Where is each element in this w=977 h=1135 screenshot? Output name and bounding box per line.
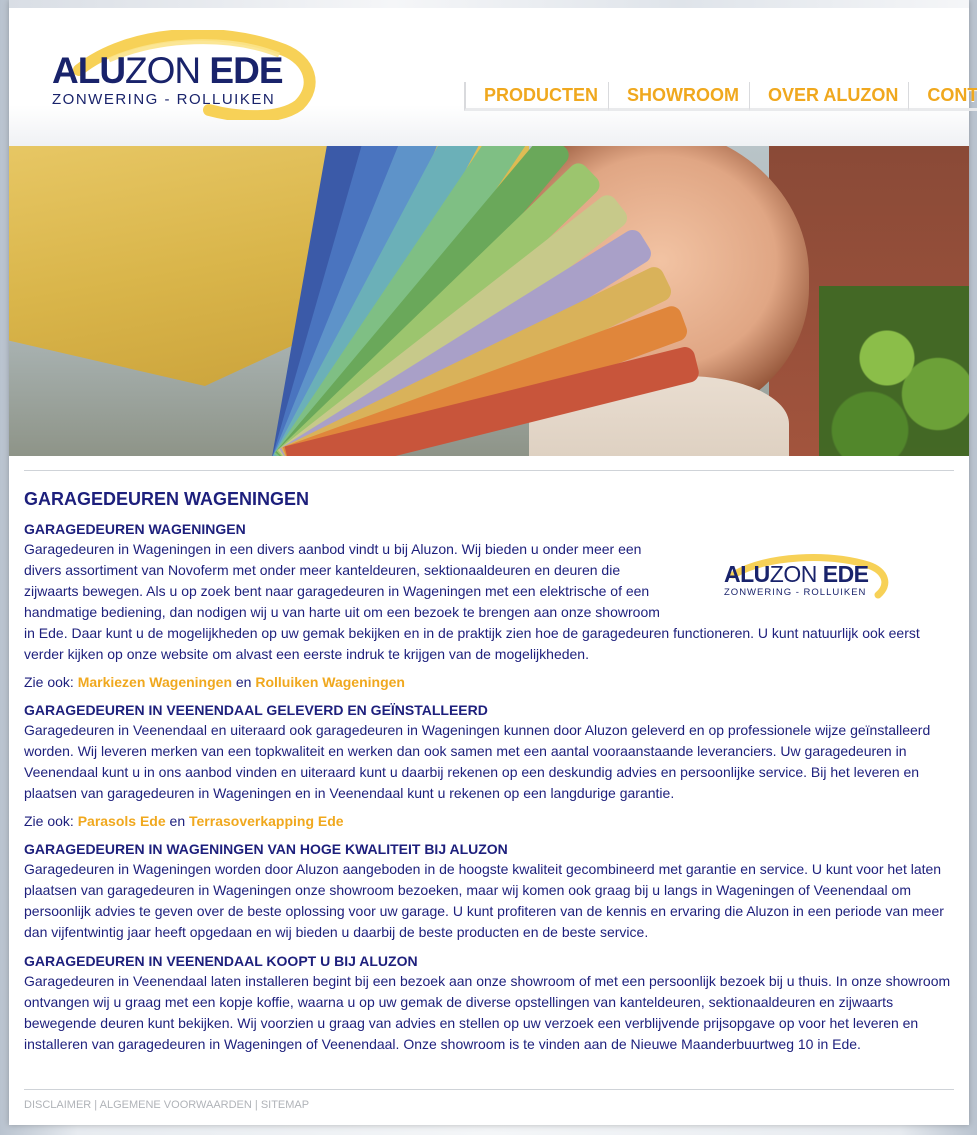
nav-contact[interactable]: CONTACT xyxy=(908,82,977,111)
section-body: Garagedeuren in Veenendaal laten install… xyxy=(24,973,951,1052)
page-title: GARAGEDEUREN WAGENINGEN xyxy=(24,489,310,509)
section-heading: GARAGEDEUREN IN VEENENDAAL KOOPT U BIJ A… xyxy=(24,953,418,969)
nav-over-aluzon[interactable]: OVER ALUZON xyxy=(749,82,909,111)
footer-link-sitemap[interactable]: SITEMAP xyxy=(261,1099,309,1111)
hero-banner xyxy=(9,146,969,456)
see-also: Zie ook: Markiezen Wageningen en Rolluik… xyxy=(24,672,954,692)
link-parasols-ede[interactable]: Parasols Ede xyxy=(78,813,166,829)
section-body: Garagedeuren in Wageningen worden door A… xyxy=(24,861,944,940)
page-container: ALUZON EDE ZONWERING - ROLLUIKEN PRODUCT… xyxy=(9,0,977,1125)
link-markiezen-wageningen[interactable]: Markiezen Wageningen xyxy=(78,674,232,690)
footer-link-terms[interactable]: ALGEMENE VOORWAARDEN xyxy=(100,1099,252,1111)
nav-producten[interactable]: PRODUCTEN xyxy=(464,82,609,111)
section-2: GARAGEDEUREN IN VEENENDAAL GELEVERD EN G… xyxy=(24,700,954,831)
link-terrasoverkapping-ede[interactable]: Terrasoverkapping Ede xyxy=(189,813,344,829)
see-also-label: Zie ook: xyxy=(24,674,74,690)
section-body: Garagedeuren in Veenendaal en uiteraard … xyxy=(24,722,931,801)
content-logo: ALUZON EDE ZONWERING - ROLLUIKEN xyxy=(714,545,914,615)
nav-showroom[interactable]: SHOWROOM xyxy=(608,82,750,111)
see-also: Zie ook: Parasols Ede en Terrasoverkappi… xyxy=(24,811,954,831)
content-logo-wordmark: ALUZON EDE xyxy=(724,561,869,587)
see-also-joiner: en xyxy=(235,674,252,690)
footer-divider xyxy=(24,1089,954,1090)
footer-links: DISCLAIMER | ALGEMENE VOORWAARDEN | SITE… xyxy=(24,1099,954,1111)
main-nav: PRODUCTEN SHOWROOM OVER ALUZON CONTACT xyxy=(464,82,977,111)
section-heading: GARAGEDEUREN IN WAGENINGEN VAN HOGE KWAL… xyxy=(24,841,508,857)
banner-leaves-image xyxy=(819,286,969,456)
logo-wordmark: ALUZON EDE xyxy=(52,50,284,91)
section-heading: GARAGEDEUREN WAGENINGEN xyxy=(24,521,246,537)
footer-separator: | xyxy=(251,1099,261,1111)
top-strip xyxy=(9,0,969,8)
footer-link-disclaimer[interactable]: DISCLAIMER xyxy=(24,1099,91,1111)
main-content: GARAGEDEUREN WAGENINGEN GARAGEDEUREN WAG… xyxy=(24,470,954,1055)
section-1: GARAGEDEUREN WAGENINGEN ALUZON EDE ZONWE… xyxy=(24,519,954,692)
section-4: GARAGEDEUREN IN VEENENDAAL KOOPT U BIJ A… xyxy=(24,951,954,1055)
site-footer: DISCLAIMER | ALGEMENE VOORWAARDEN | SITE… xyxy=(24,1089,954,1111)
section-3: GARAGEDEUREN IN WAGENINGEN VAN HOGE KWAL… xyxy=(24,839,954,943)
link-rolluiken-wageningen[interactable]: Rolluiken Wageningen xyxy=(255,674,405,690)
content-logo-tagline: ZONWERING - ROLLUIKEN xyxy=(724,587,867,598)
see-also-joiner: en xyxy=(169,813,186,829)
site-header: ALUZON EDE ZONWERING - ROLLUIKEN PRODUCT… xyxy=(9,0,977,150)
site-logo[interactable]: ALUZON EDE ZONWERING - ROLLUIKEN xyxy=(49,24,359,120)
see-also-label: Zie ook: xyxy=(24,813,74,829)
section-heading: GARAGEDEUREN IN VEENENDAAL GELEVERD EN G… xyxy=(24,702,488,718)
logo-tagline: ZONWERING - ROLLUIKEN xyxy=(52,91,276,108)
footer-separator: | xyxy=(91,1099,100,1111)
content-divider xyxy=(24,470,954,471)
